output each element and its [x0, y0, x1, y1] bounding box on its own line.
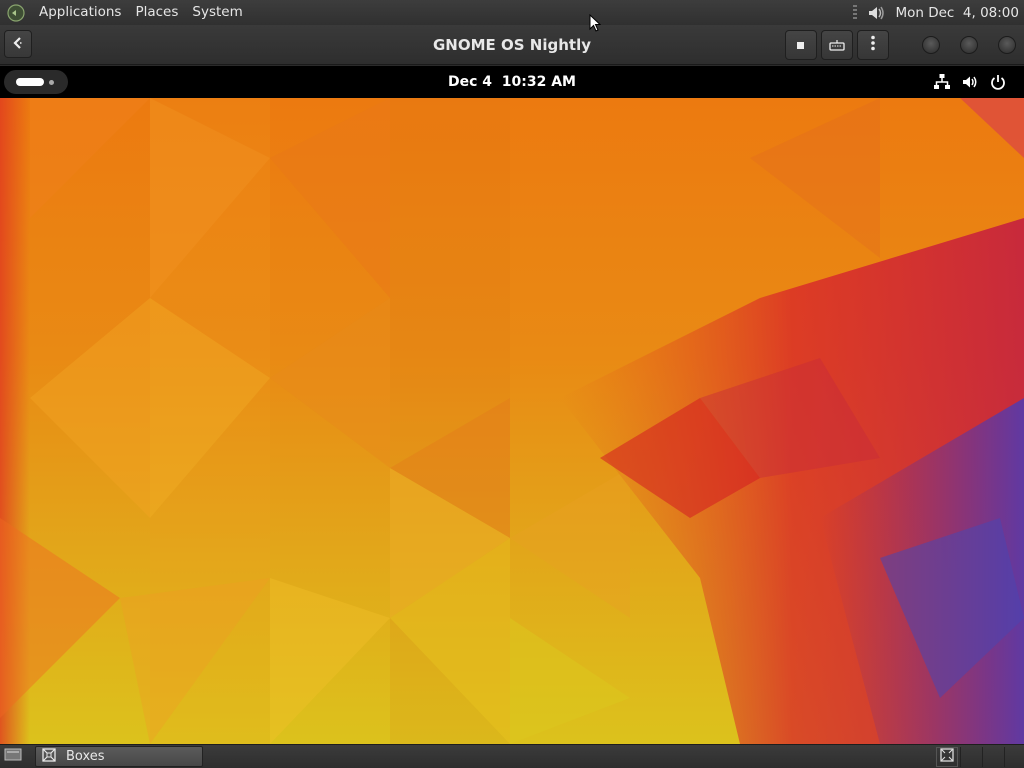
stop-button[interactable]: [785, 30, 817, 60]
keyboard-icon: [829, 36, 845, 55]
taskbar-item-label: Boxes: [66, 749, 105, 764]
desktop-icon: [4, 748, 22, 766]
menu-button[interactable]: [857, 30, 889, 60]
workspace-2[interactable]: [960, 747, 980, 767]
back-button[interactable]: [4, 30, 32, 58]
guest-wallpaper: [0, 98, 1024, 744]
volume-icon[interactable]: [865, 2, 887, 24]
guest-top-bar: Dec 4 10:32 AM: [0, 66, 1024, 98]
guest-clock[interactable]: Dec 4 10:32 AM: [0, 66, 1024, 98]
close-button[interactable]: [998, 36, 1016, 54]
boxes-headerbar: GNOME OS Nightly: [0, 25, 1024, 65]
back-arrow-icon: [11, 35, 25, 54]
power-icon[interactable]: [989, 73, 1007, 91]
workspace-4[interactable]: [1004, 747, 1024, 767]
panel-separator: [853, 4, 858, 21]
applications-menu[interactable]: Applications: [32, 0, 128, 25]
workspace-switcher[interactable]: [936, 747, 958, 767]
show-desktop-button[interactable]: [2, 747, 24, 767]
top-panel: Applications Places System Mon Dec 4, 08…: [0, 0, 1024, 25]
kebab-menu-icon: [870, 35, 876, 55]
minimize-button[interactable]: [922, 36, 940, 54]
stop-icon: [796, 36, 806, 55]
taskbar-item-boxes[interactable]: Boxes: [35, 746, 203, 767]
system-menu[interactable]: System: [185, 0, 249, 25]
bottom-panel: Boxes: [0, 744, 1024, 768]
workspace-3[interactable]: [982, 747, 1002, 767]
mouse-cursor-icon: [589, 13, 602, 34]
workspace-window-icon: [940, 748, 954, 766]
maximize-button[interactable]: [960, 36, 978, 54]
guest-volume-icon[interactable]: [961, 73, 979, 91]
places-menu[interactable]: Places: [128, 0, 185, 25]
keyboard-button[interactable]: [821, 30, 853, 60]
boxes-icon: [42, 747, 56, 766]
mate-logo-icon[interactable]: [6, 3, 26, 23]
network-icon[interactable]: [933, 73, 951, 91]
panel-clock[interactable]: Mon Dec 4, 08:00: [895, 5, 1024, 21]
